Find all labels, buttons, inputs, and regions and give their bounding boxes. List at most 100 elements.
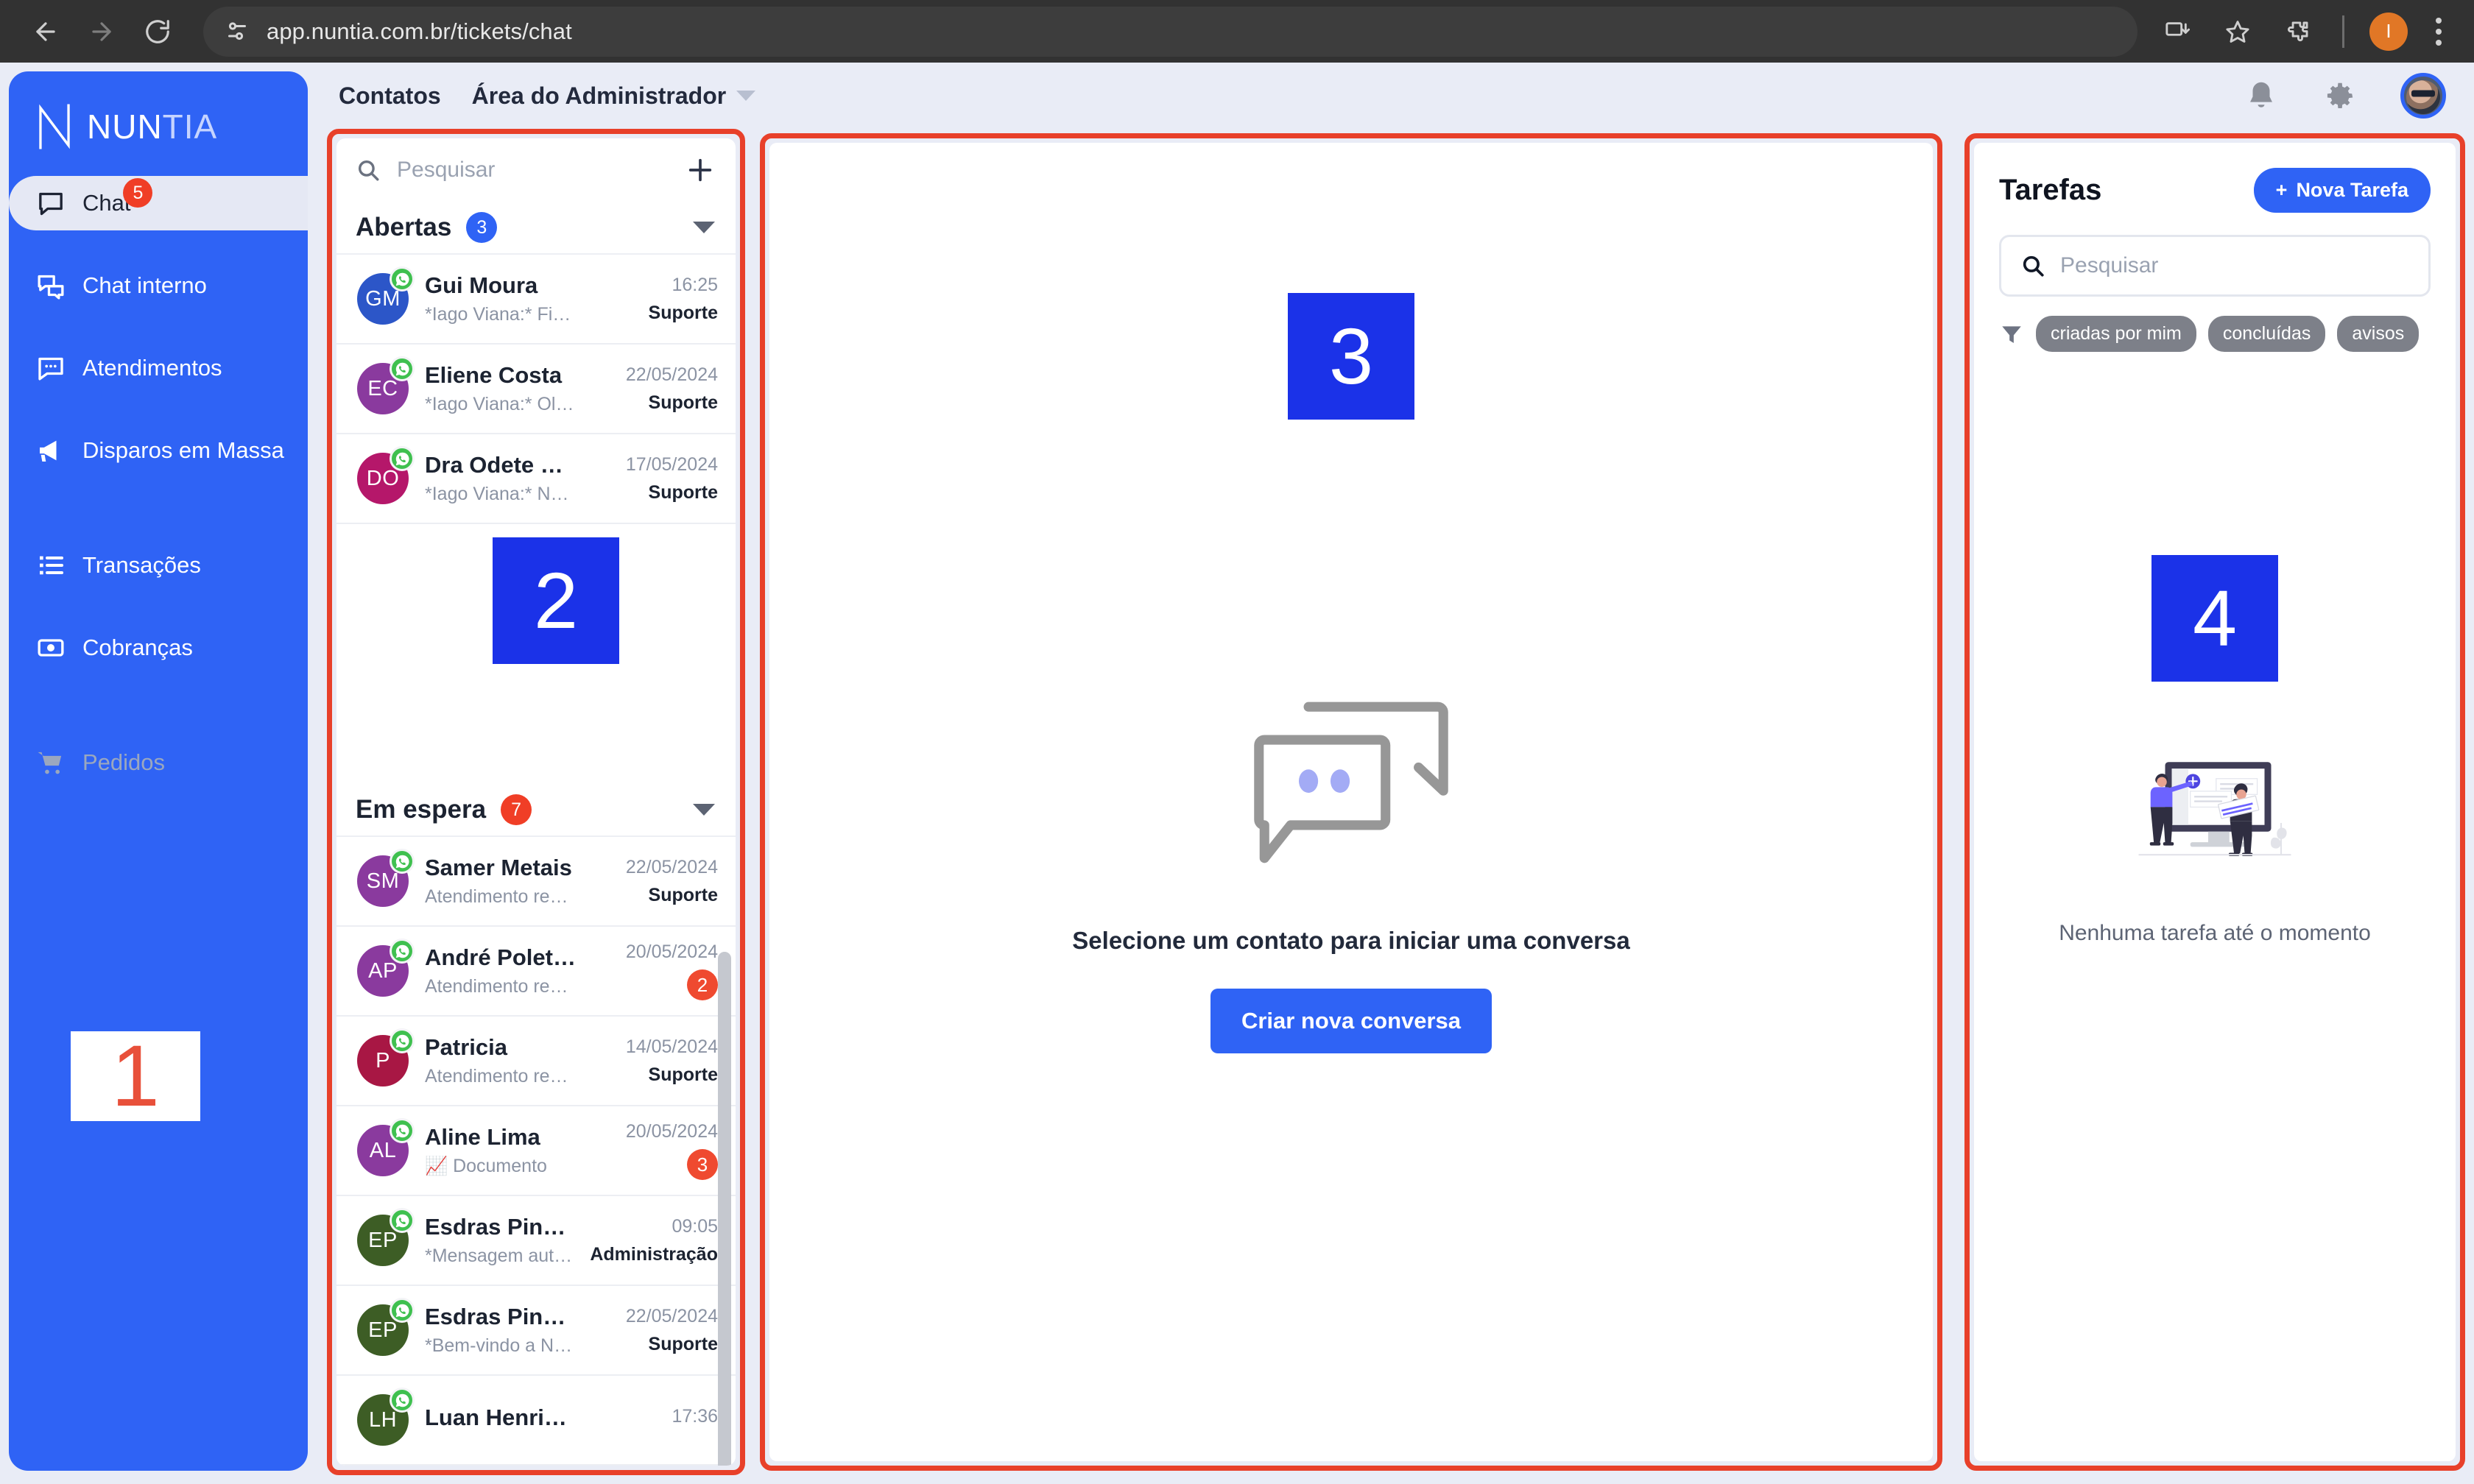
whatsapp-icon bbox=[390, 939, 415, 964]
annotation-4: 4 bbox=[2151, 555, 2278, 682]
chat-dots-icon bbox=[35, 353, 66, 384]
list-item[interactable]: EP Esdras Pinheiro *Mensagem autom... 09… bbox=[336, 1196, 736, 1286]
message-preview: *Iago Viana:* Olha n... bbox=[425, 394, 577, 414]
filter-chip-criadas-por-mim[interactable]: criadas por mim bbox=[2036, 316, 2196, 352]
star-icon[interactable] bbox=[2211, 5, 2264, 58]
list-item[interactable]: SM Samer Metais Atendimento realoc... 22… bbox=[336, 837, 736, 927]
avatar-wrapper: P bbox=[357, 1028, 415, 1086]
chevron-down-icon[interactable] bbox=[693, 804, 715, 816]
task-search-input[interactable]: Pesquisar bbox=[1999, 235, 2431, 297]
list-item[interactable]: EC Eliene Costa *Iago Viana:* Olha n... … bbox=[336, 344, 736, 434]
list-item[interactable]: AP André Polettini M... Atendimento real… bbox=[336, 927, 736, 1017]
back-arrow-icon[interactable] bbox=[19, 5, 72, 58]
timestamp: 09:05 bbox=[672, 1215, 718, 1237]
reload-icon[interactable] bbox=[131, 5, 184, 58]
bell-icon[interactable] bbox=[2244, 79, 2278, 113]
sidebar-item-label: Cobranças bbox=[82, 635, 193, 660]
conversation-text: André Polettini M... Atendimento realoc.… bbox=[425, 944, 577, 997]
sidebar-item-transacoes[interactable]: Transações bbox=[9, 538, 308, 593]
forward-arrow-icon[interactable] bbox=[75, 5, 128, 58]
sidebar-item-disparos-em-massa[interactable]: Disparos em Massa bbox=[9, 423, 308, 478]
brand-primary: NUN bbox=[87, 107, 163, 146]
list-item[interactable]: LH Luan Henrique - P... 17:36 bbox=[336, 1376, 736, 1466]
list-item[interactable]: AL Aline Lima 📈 Documento 20/05/2024 3 bbox=[336, 1106, 736, 1196]
new-task-button[interactable]: + Nova Tarefa bbox=[2253, 168, 2431, 213]
sidebar-item-chat-interno[interactable]: Chat interno bbox=[9, 258, 308, 313]
list-item[interactable]: GM Gui Moura *Iago Viana:* Ficam... 16:2… bbox=[336, 255, 736, 344]
group-title: Abertas bbox=[356, 213, 452, 241]
conversation-text: Samer Metais Atendimento realoc... bbox=[425, 855, 577, 908]
avatar-sunglasses bbox=[2411, 90, 2435, 97]
brand-secondary: TIA bbox=[162, 107, 218, 146]
topnav-area-administrador[interactable]: Área do Administrador bbox=[472, 82, 756, 110]
add-task-illustration bbox=[2138, 761, 2291, 856]
conversation-meta: 14/05/2024 Suporte bbox=[593, 1036, 718, 1086]
tasks-header: Tarefas + Nova Tarefa bbox=[1999, 168, 2431, 213]
whatsapp-icon bbox=[390, 1388, 415, 1413]
user-avatar[interactable] bbox=[2400, 73, 2446, 119]
install-app-icon[interactable] bbox=[2151, 5, 2204, 58]
list-item[interactable]: EP Esdras Pinheiro *Bem-vindo a Nunti...… bbox=[336, 1286, 736, 1376]
timestamp: 22/05/2024 bbox=[625, 1305, 718, 1326]
conversation-meta: 22/05/2024 Suporte bbox=[593, 1306, 718, 1355]
sidebar-item-chat[interactable]: Chat 5 bbox=[9, 176, 308, 230]
conversation-scrollbar[interactable] bbox=[718, 952, 731, 1466]
list-item[interactable]: DO Dra Odete Villa V... *Iago Viana:* Nã… bbox=[336, 434, 736, 524]
avatar-wrapper: EC bbox=[357, 356, 415, 414]
extensions-puzzle-icon[interactable] bbox=[2272, 5, 2325, 58]
topnav-contatos[interactable]: Contatos bbox=[339, 82, 441, 110]
browser-profile-avatar[interactable]: I bbox=[2369, 12, 2408, 51]
nuntia-logo-icon bbox=[39, 104, 70, 149]
avatar-wrapper: LH bbox=[357, 1388, 415, 1446]
sidebar-item-label: Chat 5 bbox=[82, 178, 153, 216]
sidebar-item-label: Disparos em Massa bbox=[82, 437, 284, 463]
conversation-text: Gui Moura *Iago Viana:* Ficam... bbox=[425, 272, 577, 325]
group-header-em-espera[interactable]: Em espera 7 bbox=[336, 784, 736, 837]
list-item[interactable]: P Patricia Atendimento realoc... 14/05/2… bbox=[336, 1017, 736, 1106]
tasks-panel: Tarefas + Nova Tarefa Pesquisar criadas … bbox=[1964, 133, 2465, 1471]
main-area: Contatos Área do Administrador Pesquisar… bbox=[320, 63, 2474, 1484]
sidebar-item-label: Transações bbox=[82, 552, 201, 578]
top-bar: Contatos Área do Administrador bbox=[320, 63, 2474, 129]
plus-icon[interactable] bbox=[686, 155, 715, 185]
avatar-wrapper: EP bbox=[357, 1298, 415, 1356]
two-bubbles-icon bbox=[35, 270, 66, 301]
conversation-meta: 22/05/2024 Suporte bbox=[593, 364, 718, 414]
conversation-search[interactable]: Pesquisar bbox=[336, 138, 736, 202]
whatsapp-icon bbox=[390, 1028, 415, 1053]
conversation-text: Eliene Costa *Iago Viana:* Olha n... bbox=[425, 362, 577, 415]
conversation-meta: 09:05 Administração bbox=[590, 1216, 718, 1265]
conversation-text: Dra Odete Villa V... *Iago Viana:* Não e… bbox=[425, 452, 577, 505]
address-bar[interactable]: app.nuntia.com.br/tickets/chat bbox=[203, 6, 2138, 57]
sidebar-item-atendimentos[interactable]: Atendimentos bbox=[9, 341, 308, 395]
annotation-3: 3 bbox=[1288, 293, 1414, 420]
timestamp: 22/05/2024 bbox=[625, 856, 718, 877]
funnel-icon[interactable] bbox=[1999, 322, 2024, 347]
chevron-down-icon[interactable] bbox=[693, 222, 715, 233]
brand-text: NUNTIA bbox=[87, 107, 217, 146]
list-icon bbox=[35, 550, 66, 581]
avatar-wrapper: EP bbox=[357, 1208, 415, 1266]
whatsapp-icon bbox=[390, 1298, 415, 1323]
three-dot-menu-icon[interactable] bbox=[2422, 17, 2455, 46]
unread-badge: 3 bbox=[687, 1149, 718, 1180]
gear-icon[interactable] bbox=[2322, 79, 2356, 113]
group-title: Em espera bbox=[356, 795, 487, 824]
task-search-placeholder: Pesquisar bbox=[2060, 253, 2159, 278]
create-new-conversation-button[interactable]: Criar nova conversa bbox=[1210, 988, 1492, 1053]
site-settings-icon[interactable] bbox=[224, 18, 250, 45]
conversation-empty-space: 2 bbox=[336, 524, 736, 784]
filter-chip-avisos[interactable]: avisos bbox=[2337, 316, 2420, 352]
contact-name: Samer Metais bbox=[425, 855, 572, 880]
message-preview: *Iago Viana:* Não e... bbox=[425, 484, 577, 504]
conversation-meta: 20/05/2024 3 bbox=[593, 1121, 718, 1180]
sidebar-item-cobrancas[interactable]: Cobranças bbox=[9, 621, 308, 675]
tasks-inner: Tarefas + Nova Tarefa Pesquisar criadas … bbox=[1974, 143, 2456, 1461]
queue-tag: Suporte bbox=[648, 1333, 718, 1354]
conversation-text: Esdras Pinheiro *Mensagem autom... bbox=[425, 1214, 574, 1267]
filter-chip-concluidas[interactable]: concluídas bbox=[2207, 316, 2326, 352]
group-header-abertas[interactable]: Abertas 3 bbox=[336, 202, 736, 255]
conversations-panel: Pesquisar Abertas 3 GM Gui Moura *Iago V… bbox=[327, 129, 745, 1475]
conversation-meta: 22/05/2024 Suporte bbox=[593, 857, 718, 906]
